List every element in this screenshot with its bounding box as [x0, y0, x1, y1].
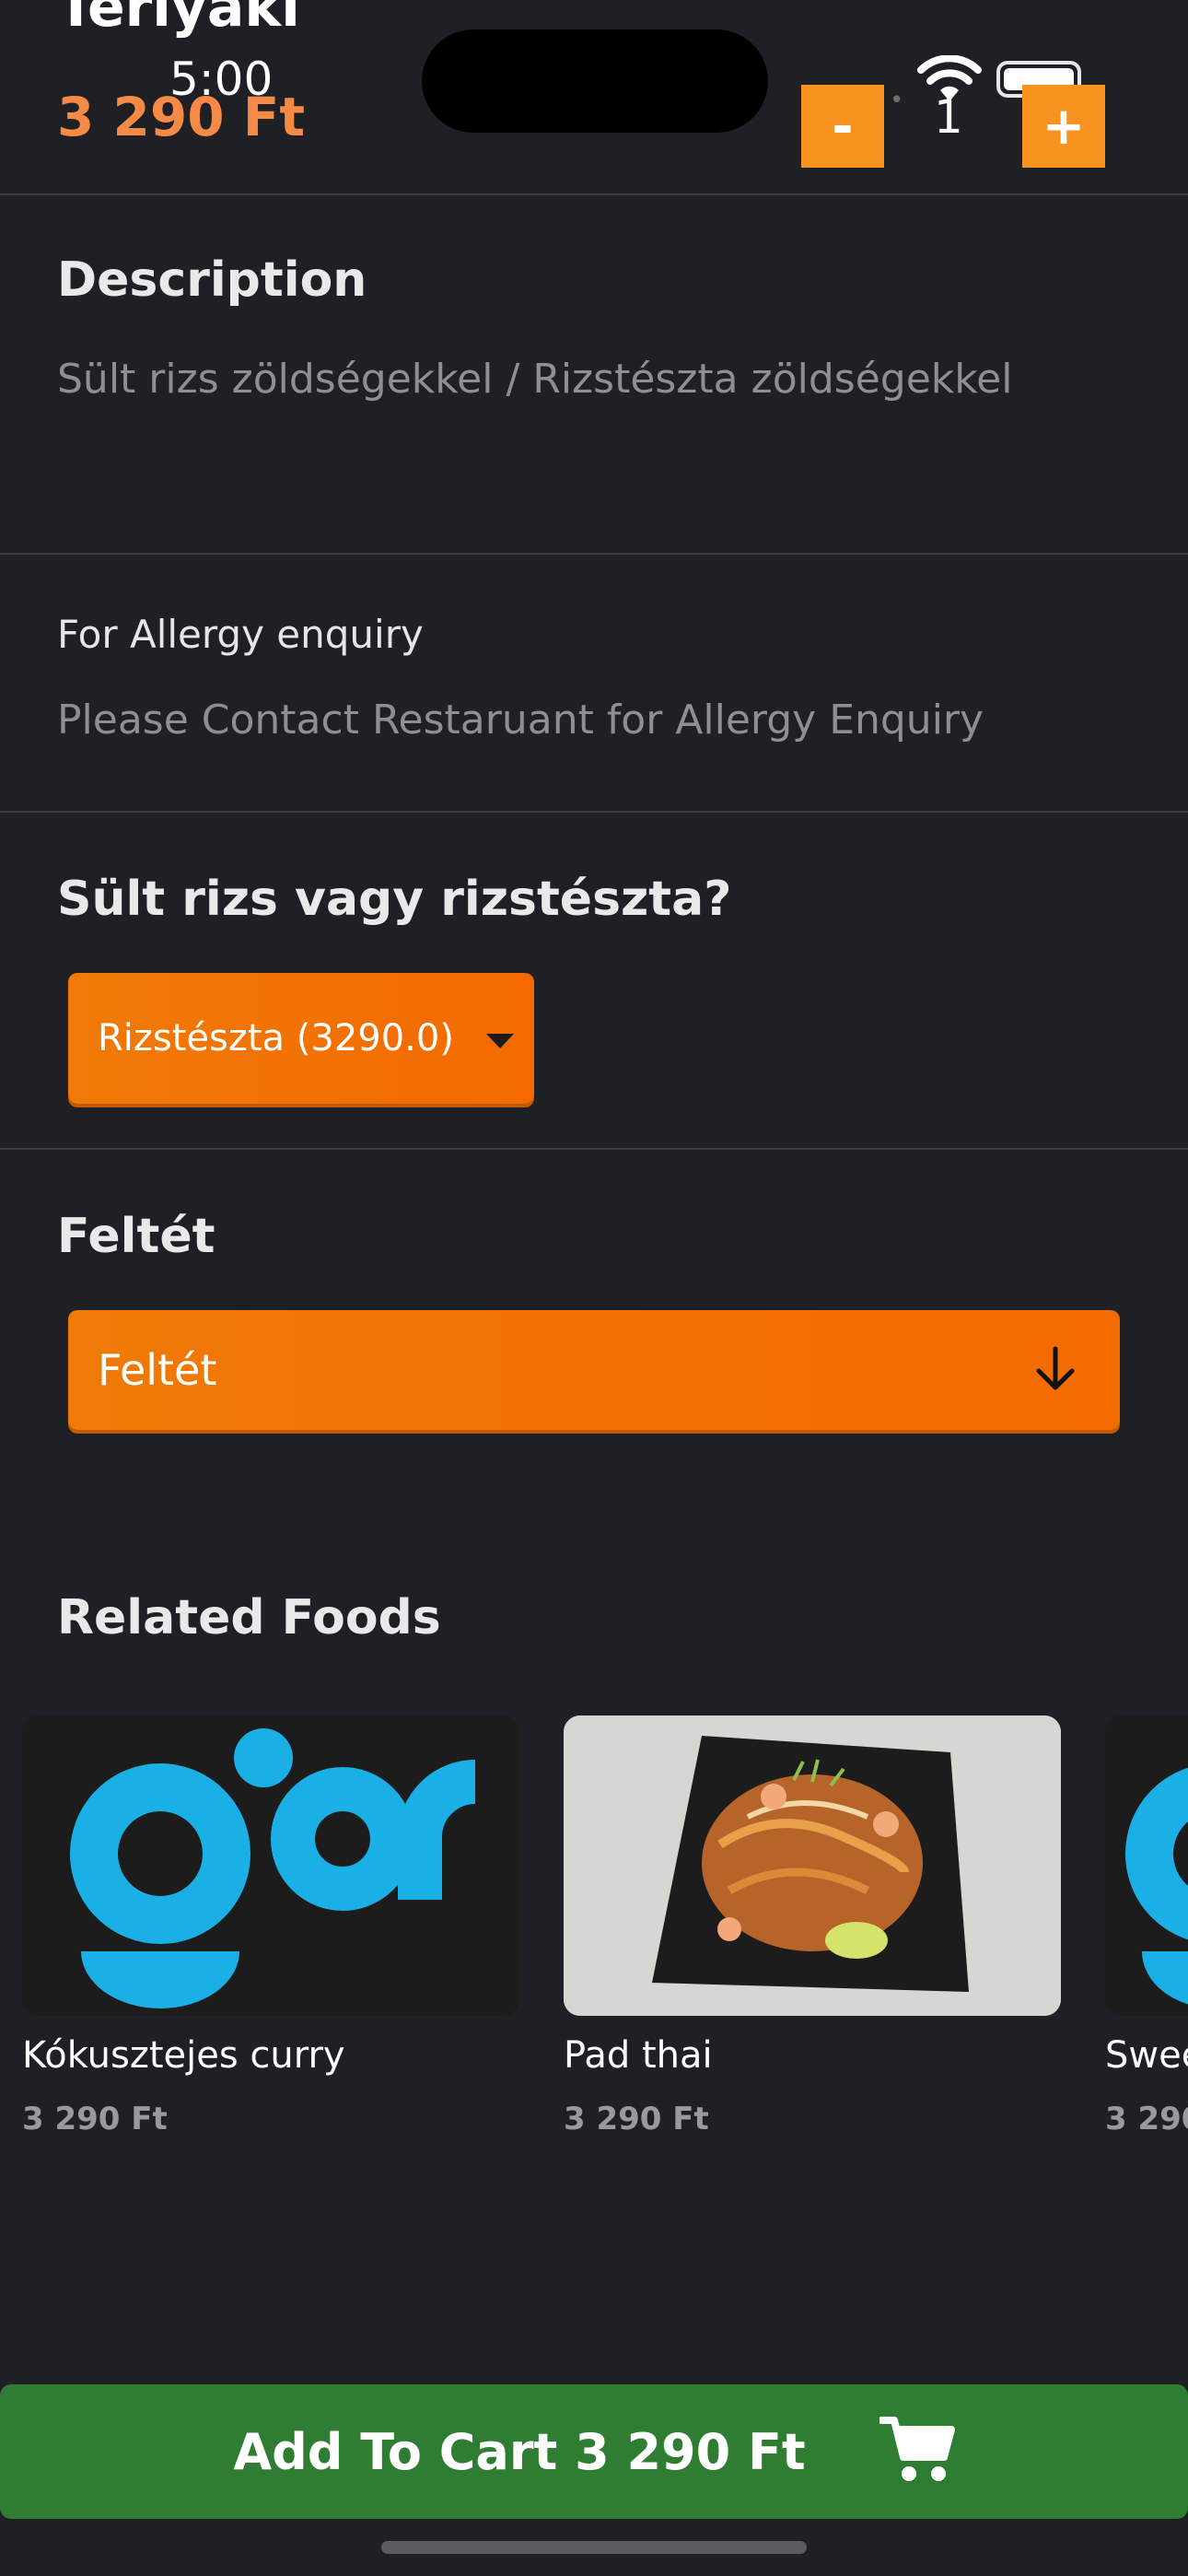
food-price: 3 290 Ft [22, 2101, 168, 2137]
description-text: Sült rizs zöldségekkel / Rizstészta zöld… [57, 356, 1013, 403]
variant-selected-value: Rizstészta (3290.0) [98, 1017, 454, 1060]
divider [0, 1148, 1188, 1150]
gor-logo-icon [1125, 1767, 1188, 2005]
status-time: 5:00 [169, 53, 274, 106]
food-name[interactable]: Pad thai [564, 2034, 713, 2077]
item-title: Teriyaki [57, 0, 300, 40]
topping-placeholder: Feltét [98, 1345, 217, 1395]
food-name[interactable]: Swee [1105, 2034, 1188, 2077]
topping-dropdown[interactable]: Feltét [68, 1310, 1120, 1430]
quantity-value: 1 [934, 90, 963, 144]
food-card-image[interactable] [564, 1715, 1061, 2016]
food-name[interactable]: Kókusztejes curry [22, 2034, 345, 2077]
food-price: 3 290 Ft [564, 2101, 709, 2137]
dropdown-caret-icon [486, 1034, 514, 1048]
home-indicator [381, 2541, 807, 2554]
food-card-image[interactable] [1105, 1715, 1188, 2016]
related-foods-heading: Related Foods [57, 1590, 441, 1645]
variant-dropdown[interactable]: Rizstészta (3290.0) [68, 973, 534, 1104]
variant-heading: Sült rizs vagy rizstészta? [57, 872, 732, 927]
decrease-quantity-button[interactable]: - [801, 85, 884, 168]
add-to-cart-label: Add To Cart 3 290 Ft [233, 2422, 806, 2481]
description-heading: Description [57, 252, 367, 308]
food-price: 3 290 [1105, 2101, 1188, 2137]
topping-heading: Feltét [57, 1209, 215, 1264]
gor-logo-icon [70, 1728, 477, 2008]
arrow-down-icon [1028, 1341, 1083, 1407]
allergy-text: Please Contact Restaruant for Allergy En… [57, 697, 984, 744]
add-to-cart-button[interactable]: Add To Cart 3 290 Ft [0, 2384, 1188, 2519]
increase-quantity-button[interactable]: + [1022, 85, 1105, 168]
pad-thai-photo [564, 1715, 1061, 2016]
divider [0, 553, 1188, 555]
cart-icon [877, 2415, 955, 2488]
food-card-image[interactable] [22, 1715, 519, 2016]
divider [0, 811, 1188, 813]
dynamic-island [422, 29, 768, 133]
divider [0, 193, 1188, 195]
allergy-label: For Allergy enquiry [57, 612, 424, 657]
